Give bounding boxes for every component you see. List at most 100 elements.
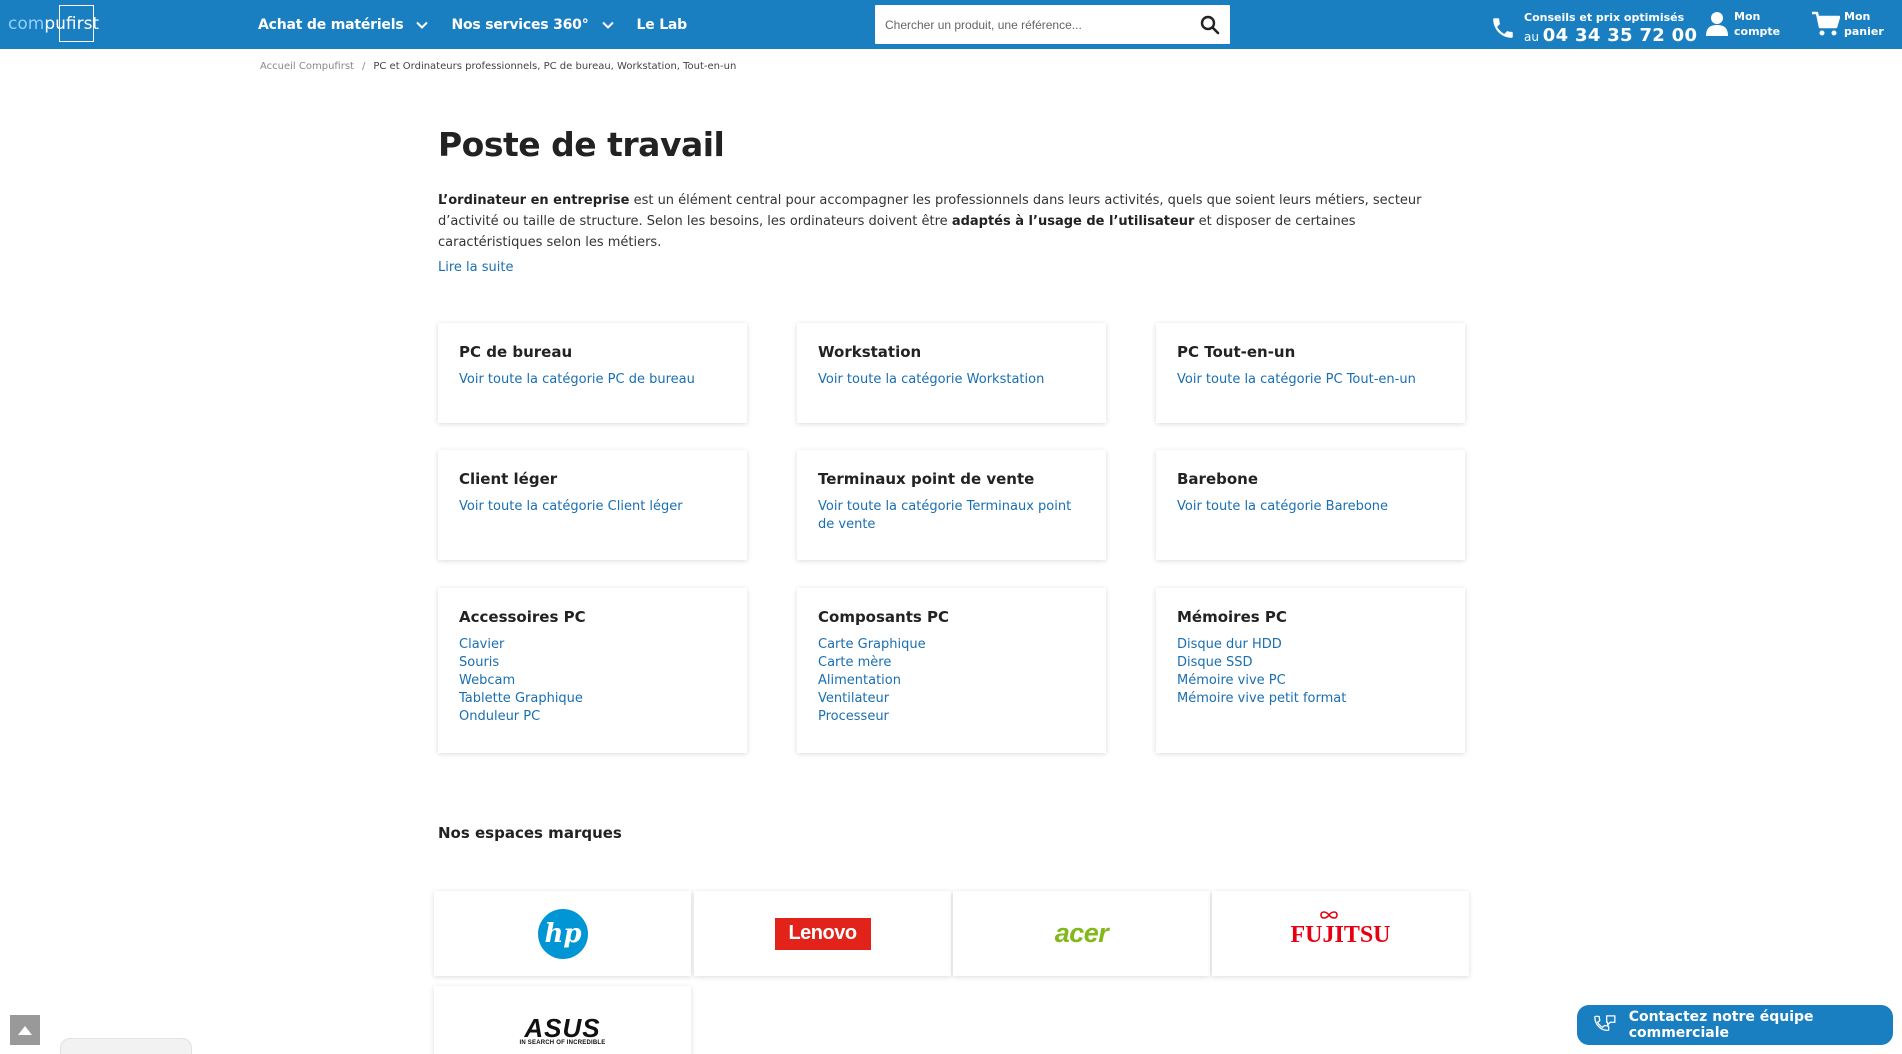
contact-prefix: au [1524, 29, 1539, 44]
category-card-barebone: Barebone Voir toute la catégorie Barebon… [1156, 450, 1465, 560]
subcategory-link[interactable]: Souris [459, 654, 726, 672]
breadcrumb-separator: / [361, 61, 366, 72]
subcategory-link[interactable]: Tablette Graphique [459, 690, 726, 708]
breadcrumb: Accueil Compufirst / PC et Ordinateurs p… [260, 61, 736, 72]
category-title: PC Tout-en-un [1177, 343, 1296, 361]
contact-phone: au 04 34 35 72 00 [1524, 25, 1697, 46]
brand-card-hp[interactable]: hp [434, 891, 691, 976]
fujitsu-logo: FUJITSU [1290, 911, 1391, 949]
category-title: Accessoires PC [459, 608, 586, 626]
account-link[interactable]: Mon compte [1706, 9, 1784, 39]
row-gap [438, 560, 1465, 588]
category-title: Client léger [459, 470, 558, 488]
contact-sales-button[interactable]: Contactez notre équipe commerciale [1577, 1005, 1893, 1045]
subcategory-link[interactable]: Mémoire vive petit format [1177, 690, 1444, 708]
nav-le-lab[interactable]: Le Lab [636, 16, 688, 33]
category-card-pc-bureau: PC de bureau Voir toute la catégorie PC … [438, 323, 747, 423]
fujitsu-logo-text: FUJITSU [1290, 922, 1391, 948]
category-card-client-leger: Client léger Voir toute la catégorie Cli… [438, 450, 747, 560]
arrow-up-icon [18, 1026, 32, 1035]
category-card-tout-en-un: PC Tout-en-un Voir toute la catégorie PC… [1156, 323, 1465, 423]
subcategory-link[interactable]: Clavier [459, 636, 726, 654]
brand-card-acer[interactable]: acer [953, 891, 1210, 976]
subcategory-link[interactable]: Disque SSD [1177, 654, 1444, 672]
chevron-down-icon [416, 21, 429, 29]
subcategory-link[interactable]: Carte mère [818, 654, 1085, 672]
contact-sales-label: Contactez notre équipe commerciale [1628, 1009, 1814, 1041]
category-title: Composants PC [818, 608, 950, 626]
row-gap [438, 423, 1465, 450]
nav-achat-materiels[interactable]: Achat de matériels [258, 17, 429, 33]
category-link[interactable]: Voir toute la catégorie Workstation [818, 371, 1085, 389]
subcategory-link[interactable]: Webcam [459, 672, 726, 690]
main-content: Poste de travail L’ordinateur en entrepr… [438, 125, 1468, 275]
nav-label: Achat de matériels [258, 16, 404, 33]
subcategory-link[interactable]: Disque dur HDD [1177, 636, 1444, 654]
nav-services-360[interactable]: Nos services 360° [451, 17, 614, 33]
read-more-link[interactable]: Lire la suite [438, 260, 513, 275]
cart-icon [1812, 11, 1840, 36]
category-link[interactable]: Voir toute la catégorie Terminaux point … [818, 498, 1085, 534]
chat-widget-tab[interactable] [60, 1038, 192, 1054]
search-icon[interactable] [1200, 15, 1220, 35]
phone-contact[interactable]: Conseils et prix optimisés au 04 34 35 7… [1490, 8, 1697, 48]
category-link[interactable]: Voir toute la catégorie PC de bureau [459, 371, 726, 389]
subcategory-link[interactable]: Mémoire vive PC [1177, 672, 1444, 690]
phone-chat-icon [1594, 1015, 1616, 1032]
category-card-accessoires: Accessoires PC Clavier Souris Webcam Tab… [438, 588, 747, 753]
subcategory-link[interactable]: Alimentation [818, 672, 1085, 690]
brand-card-asus[interactable]: ASUS IN SEARCH OF INCREDIBLE [434, 986, 691, 1054]
intro-bold-2: adaptés à l’usage de l’utilisateur [951, 214, 1195, 229]
account-label: Mon compte [1734, 10, 1781, 38]
search-input[interactable] [875, 17, 1185, 32]
category-card-composants: Composants PC Carte Graphique Carte mère… [797, 588, 1106, 753]
category-card-terminaux: Terminaux point de vente Voir toute la c… [797, 450, 1106, 560]
subcategory-link[interactable]: Ventilateur [818, 690, 1085, 708]
category-title: Mémoires PC [1177, 608, 1287, 626]
category-link[interactable]: Voir toute la catégorie Barebone [1177, 498, 1444, 516]
nav-label: Le Lab [636, 16, 688, 33]
chevron-down-icon [601, 21, 614, 29]
cart-link[interactable]: Mon panier [1812, 9, 1894, 39]
hp-logo-text: hp [544, 919, 581, 949]
cart-label: Mon panier [1844, 10, 1884, 38]
brand-card-fujitsu[interactable]: FUJITSU [1212, 891, 1469, 976]
contact-tagline: Conseils et prix optimisés [1524, 10, 1685, 24]
category-link[interactable]: Voir toute la catégorie PC Tout-en-un [1177, 371, 1444, 389]
category-title: Workstation [818, 343, 922, 361]
search-bar [875, 5, 1230, 44]
breadcrumb-home[interactable]: Accueil Compufirst [260, 61, 354, 72]
brands-title: Nos espaces marques [438, 824, 622, 842]
asus-tagline: IN SEARCH OF INCREDIBLE [519, 1039, 606, 1046]
lenovo-logo: Lenovo [774, 917, 871, 950]
category-title: Barebone [1177, 470, 1259, 488]
intro-bold-1: L’ordinateur en entreprise [438, 193, 630, 208]
fujitsu-infinity-icon [1320, 911, 1339, 919]
logo-text-part1: com [8, 13, 45, 34]
breadcrumb-current: PC et Ordinateurs professionnels, PC de … [373, 61, 737, 72]
phone-icon [1493, 18, 1513, 38]
compufirst-logo[interactable]: com pufirst [8, 5, 99, 42]
intro-text: L’ordinateur en entreprise est un élémen… [438, 190, 1458, 253]
category-link[interactable]: Voir toute la catégorie Client léger [459, 498, 726, 516]
subcategory-link[interactable]: Processeur [818, 708, 1085, 726]
page-title: Poste de travail [438, 125, 725, 164]
logo-frame [59, 5, 94, 42]
acer-logo: acer [1054, 918, 1109, 948]
subcategory-link[interactable]: Carte Graphique [818, 636, 1085, 654]
category-card-memoires: Mémoires PC Disque dur HDD Disque SSD Mé… [1156, 588, 1465, 753]
nav-label: Nos services 360° [451, 16, 589, 33]
category-title: Terminaux point de vente [818, 470, 1035, 488]
category-grid: PC de bureau Voir toute la catégorie PC … [438, 323, 1466, 753]
hp-logo: hp [537, 908, 588, 959]
category-title: PC de bureau [459, 343, 573, 361]
subcategory-link[interactable]: Onduleur PC [459, 708, 726, 726]
scroll-to-top-button[interactable] [10, 1015, 40, 1045]
main-nav: Achat de matériels Nos services 360° Le … [258, 0, 709, 49]
brand-card-lenovo[interactable]: Lenovo [694, 891, 951, 976]
phone-number: 04 34 35 72 00 [1542, 24, 1698, 46]
lenovo-logo-text: Lenovo [788, 922, 857, 944]
top-header: com pufirst Achat de matériels Nos servic… [0, 0, 1902, 49]
asus-logo: ASUS IN SEARCH OF INCREDIBLE [519, 1015, 606, 1046]
category-card-workstation: Workstation Voir toute la catégorie Work… [797, 323, 1106, 423]
